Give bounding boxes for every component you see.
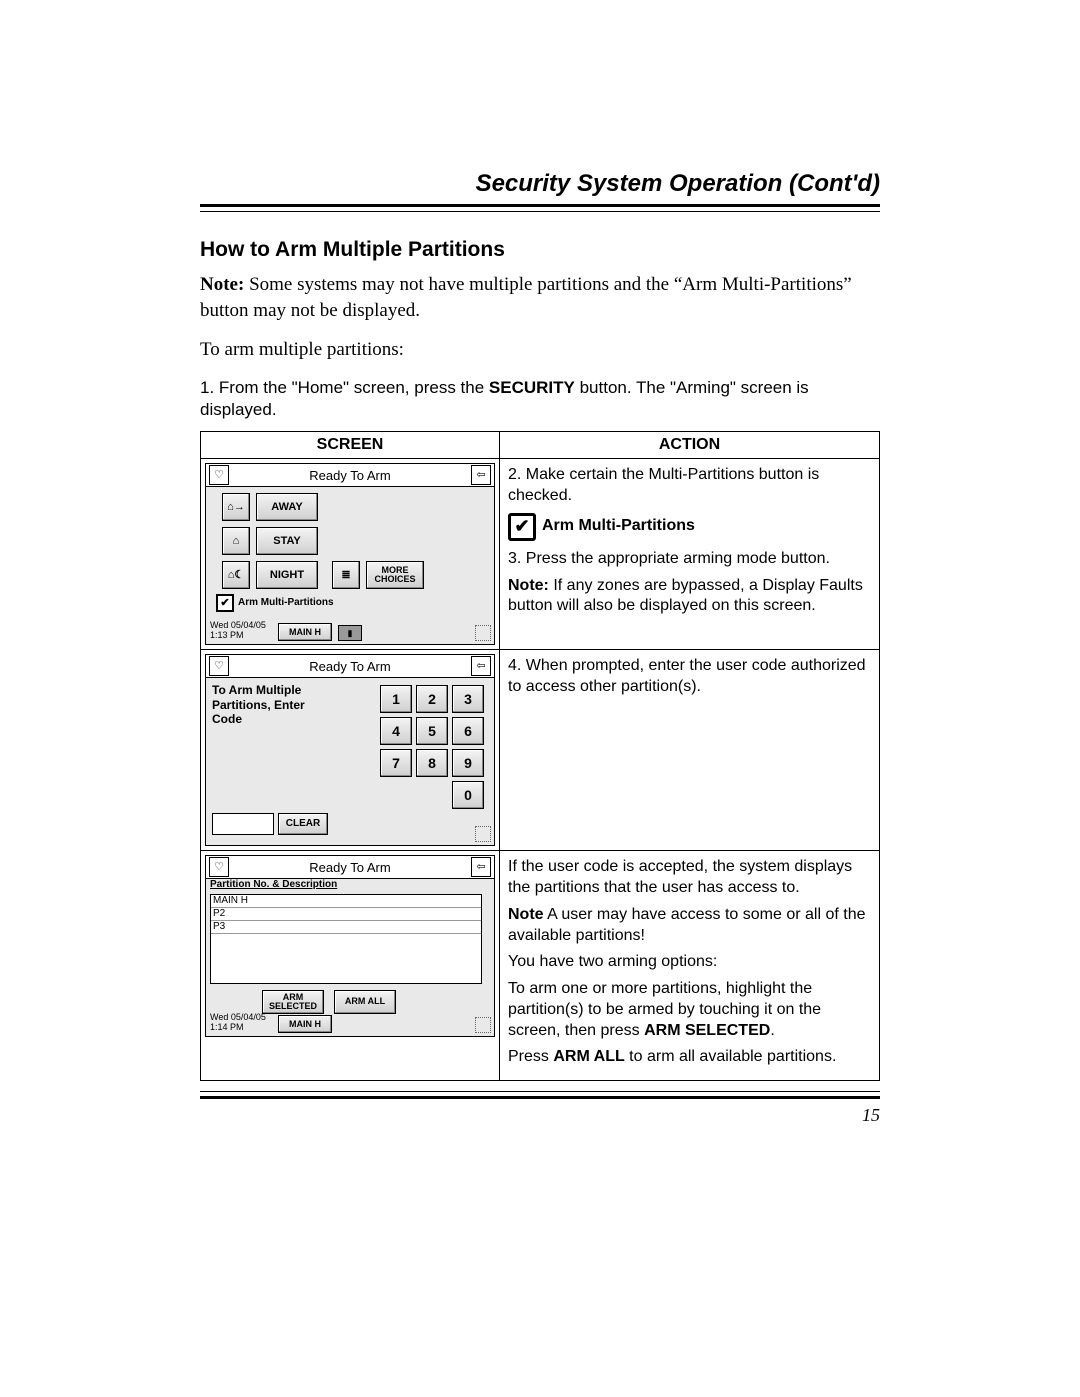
step1-pre: 1. From the "Home" screen, press the [200, 378, 489, 397]
house-night-icon: ⌂☾ [222, 561, 250, 589]
screen-title: Ready To Arm [229, 660, 471, 673]
away-button[interactable]: AWAY [256, 493, 318, 521]
action-options-intro: You have two arming options: [508, 952, 871, 973]
lead-in: To arm multiple partitions: [200, 337, 880, 363]
list-item[interactable]: MAIN H [211, 895, 481, 908]
key-2[interactable]: 2 [416, 685, 448, 713]
more-choices-button[interactable]: MORE CHOICES [366, 561, 424, 589]
list-icon: ≣ [332, 561, 360, 589]
screen-mock-partitions: ♡ Ready To Arm ⇦ Partition No. & Descrip… [205, 855, 495, 1037]
arm-selected-button[interactable]: ARM SELECTED [262, 990, 324, 1014]
arm-all-button[interactable]: ARM ALL [334, 990, 396, 1014]
table-row: ♡ Ready To Arm ⇦ To Arm Multiple Partiti… [201, 650, 880, 851]
resize-grip-icon [475, 1017, 491, 1033]
resize-grip-icon [475, 826, 491, 842]
page-number: 15 [200, 1105, 880, 1126]
section-title: How to Arm Multiple Partitions [200, 238, 880, 262]
main-h-button[interactable]: MAIN H [278, 623, 332, 641]
code-entry-field[interactable] [212, 813, 274, 835]
header-rule [200, 204, 880, 212]
key-5[interactable]: 5 [416, 717, 448, 745]
screen-mock-keypad: ♡ Ready To Arm ⇦ To Arm Multiple Partiti… [205, 654, 495, 846]
heart-icon: ♡ [209, 857, 229, 877]
main-h-button[interactable]: MAIN H [278, 1015, 332, 1033]
step-1: 1. From the "Home" screen, press the SEC… [200, 377, 880, 421]
heart-icon: ♡ [209, 656, 229, 676]
key-7[interactable]: 7 [380, 749, 412, 777]
screen-title: Ready To Arm [229, 861, 471, 874]
back-icon: ⇦ [471, 656, 491, 676]
back-icon: ⇦ [471, 857, 491, 877]
partition-list[interactable]: MAIN H P2 P3 [210, 894, 482, 984]
clear-button[interactable]: CLEAR [278, 813, 328, 835]
key-4[interactable]: 4 [380, 717, 412, 745]
table-row: ♡ Ready To Arm ⇦ ⌂→ AWAY ⌂ STAY ⌂☾ NIG [201, 459, 880, 650]
partition-list-header: Partition No. & Description [210, 880, 337, 890]
action-accepted: If the user code is accepted, the system… [508, 857, 871, 899]
key-1[interactable]: 1 [380, 685, 412, 713]
timestamp: Wed 05/04/05 1:13 PM [210, 621, 266, 641]
step1-bold: SECURITY [489, 378, 575, 397]
action-note-access: Note A user may have access to some or a… [508, 905, 871, 947]
back-icon: ⇦ [471, 465, 491, 485]
screen-mock-arming: ♡ Ready To Arm ⇦ ⌂→ AWAY ⌂ STAY ⌂☾ NIG [205, 463, 495, 645]
note-body: Some systems may not have multiple parti… [200, 274, 852, 321]
key-6[interactable]: 6 [452, 717, 484, 745]
resize-grip-icon [475, 625, 491, 641]
footer-rule [200, 1091, 880, 1099]
screen-title: Ready To Arm [229, 469, 471, 482]
house-stay-icon: ⌂ [222, 527, 250, 555]
col-header-screen: SCREEN [201, 432, 500, 459]
action-step-3: 3. Press the appropriate arming mode but… [508, 549, 871, 570]
arm-multi-label: Arm Multi-Partitions [238, 598, 334, 608]
action-arm-selected: To arm one or more partitions, highlight… [508, 979, 871, 1041]
key-9[interactable]: 9 [452, 749, 484, 777]
numeric-keypad: 1 2 3 4 5 6 7 8 9 [380, 685, 484, 813]
action-arm-all: Press ARM ALL to arm all available parti… [508, 1047, 871, 1068]
list-item[interactable]: P3 [211, 921, 481, 934]
intro-note: Note: Some systems may not have multiple… [200, 272, 880, 323]
key-0[interactable]: 0 [452, 781, 484, 809]
arm-multi-checkbox[interactable]: ✔ [216, 594, 234, 612]
arm-multi-inline-label: Arm Multi-Partitions [542, 516, 695, 537]
battery-icon: ▮ [338, 625, 362, 641]
stay-button[interactable]: STAY [256, 527, 318, 555]
action-step-4: 4. When prompted, enter the user code au… [508, 656, 871, 698]
timestamp: Wed 05/04/05 1:14 PM [210, 1013, 266, 1033]
action-step-2: 2. Make certain the Multi-Partitions but… [508, 465, 871, 507]
key-3[interactable]: 3 [452, 685, 484, 713]
list-item[interactable]: P2 [211, 908, 481, 921]
note-label: Note: [200, 274, 244, 295]
house-away-icon: ⌂→ [222, 493, 250, 521]
night-button[interactable]: NIGHT [256, 561, 318, 589]
running-head: Security System Operation (Cont'd) [200, 170, 880, 204]
table-row: ♡ Ready To Arm ⇦ Partition No. & Descrip… [201, 851, 880, 1081]
key-8[interactable]: 8 [416, 749, 448, 777]
code-prompt: To Arm Multiple Partitions, Enter Code [212, 683, 322, 726]
heart-icon: ♡ [209, 465, 229, 485]
checkmark-icon: ✔ [508, 513, 536, 541]
action-note: Note: If any zones are bypassed, a Displ… [508, 576, 871, 618]
arm-multi-inline: ✔ Arm Multi-Partitions [508, 513, 871, 541]
col-header-action: ACTION [500, 432, 880, 459]
instruction-table: SCREEN ACTION ♡ Ready To Arm ⇦ ⌂→ AWAY [200, 431, 880, 1081]
